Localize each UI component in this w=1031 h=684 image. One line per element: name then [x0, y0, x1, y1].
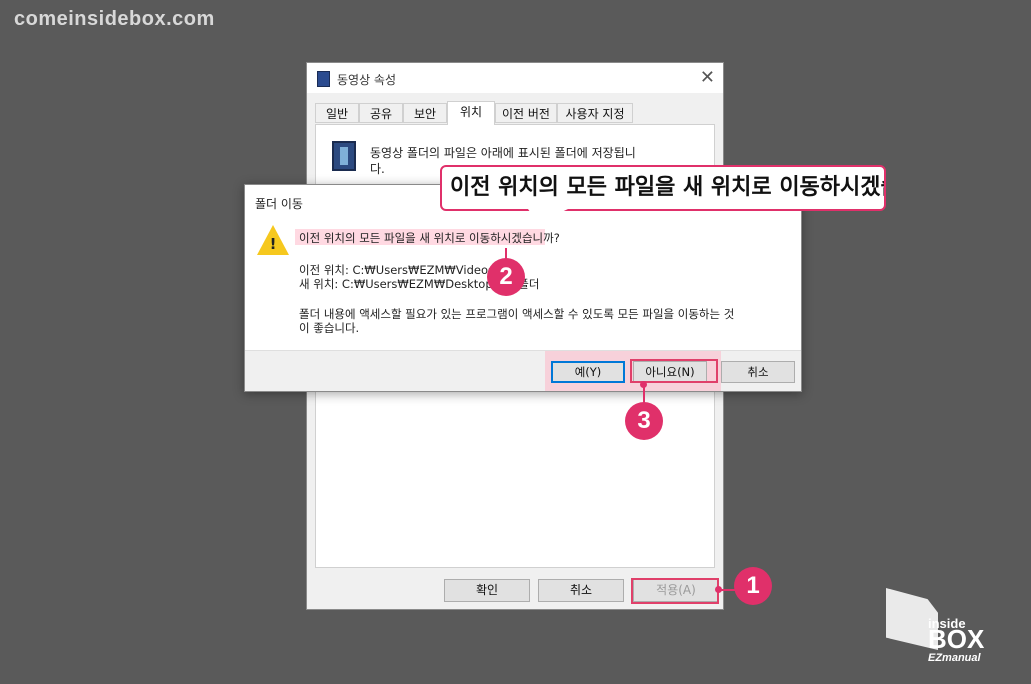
- step-badge-2: 2: [487, 258, 525, 296]
- insidebox-logo: inside BOX EZmanual: [884, 588, 1010, 668]
- old-location-text: 이전 위치: C:₩Users₩EZM₩Videos: [299, 263, 495, 277]
- cancel-button[interactable]: 취소: [538, 579, 624, 602]
- callout-tail: [528, 209, 568, 223]
- step-badge-3: 3: [625, 402, 663, 440]
- title-bar: 동영상 속성 ✕: [307, 63, 723, 93]
- yes-button[interactable]: 예(Y): [551, 361, 625, 383]
- site-watermark: comeinsidebox.com: [14, 8, 215, 30]
- step-badge-1: 1: [734, 567, 772, 605]
- tab-security[interactable]: 보안: [403, 103, 447, 123]
- callout-box: 이전 위치의 모든 파일을 새 위치로 이동하시겠습니까?: [440, 165, 886, 211]
- tab-previous-versions[interactable]: 이전 버전: [495, 103, 557, 123]
- tab-customize[interactable]: 사용자 지정: [557, 103, 633, 123]
- tab-location[interactable]: 위치: [447, 101, 495, 125]
- dialog-cancel-button[interactable]: 취소: [721, 361, 795, 383]
- tab-sharing[interactable]: 공유: [359, 103, 403, 123]
- dialog-title: 폴더 이동: [255, 197, 303, 211]
- logo-text: BOX: [928, 624, 985, 654]
- advice-text-line: 이 좋습니다.: [299, 321, 360, 335]
- apply-button-focus-box: [631, 578, 719, 604]
- no-button-focus-box: [630, 359, 718, 383]
- move-folder-dialog: 폴더 이동 ! 이전 위치의 모든 파일을 새 위치로 이동하시겠습니까? 이전…: [244, 184, 802, 392]
- close-icon[interactable]: ✕: [700, 67, 715, 88]
- ok-button[interactable]: 확인: [444, 579, 530, 602]
- advice-text-line: 폴더 내용에 액세스할 필요가 있는 프로그램이 액세스할 수 있도록 모든 파…: [299, 307, 735, 321]
- film-icon: [332, 141, 356, 171]
- tab-general[interactable]: 일반: [315, 103, 359, 123]
- window-title: 동영상 속성: [337, 73, 397, 87]
- description-line: 동영상 폴더의 파일은 아래에 표시된 폴더에 저장됩니: [370, 146, 636, 160]
- logo-text: EZmanual: [928, 652, 981, 664]
- video-folder-icon: [317, 71, 330, 87]
- warning-exclamation: !: [269, 235, 277, 253]
- dialog-question: 이전 위치의 모든 파일을 새 위치로 이동하시겠습니까?: [299, 231, 560, 245]
